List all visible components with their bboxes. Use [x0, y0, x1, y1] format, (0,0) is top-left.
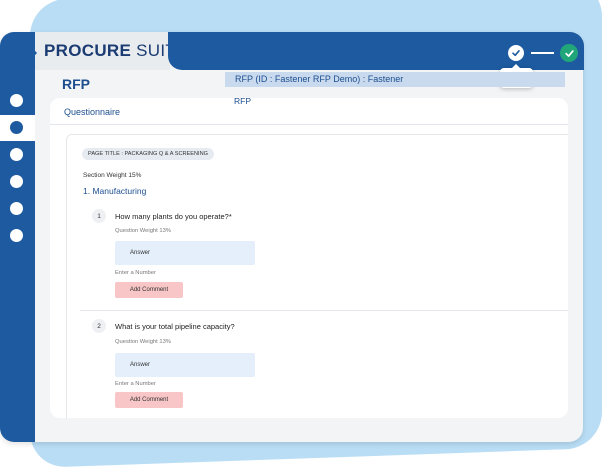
nav-dot-icon[interactable]: [10, 148, 23, 161]
add-comment-button[interactable]: Add Comment: [115, 282, 183, 298]
check-icon: [564, 49, 574, 57]
nav-dot-icon[interactable]: [10, 121, 23, 134]
brand-name-bold: PROCURE: [44, 41, 132, 60]
check-icon: [512, 50, 520, 57]
step-completed-indicator[interactable]: [560, 44, 578, 62]
question-number: 1: [92, 209, 106, 223]
divider: [50, 124, 568, 125]
question-divider: [80, 310, 568, 311]
nav-dot-icon[interactable]: [10, 229, 23, 242]
add-comment-button[interactable]: Add Comment: [115, 392, 183, 408]
question-text: How many plants do you operate?*: [115, 212, 232, 221]
question-number: 2: [92, 319, 106, 333]
nav-dot-icon[interactable]: [10, 202, 23, 215]
questionnaire-panel: Questionnaire PAGE TITLE : PACKAGING Q &…: [50, 98, 568, 418]
answer-input[interactable]: Answer: [115, 353, 255, 377]
step-current-indicator[interactable]: [508, 45, 524, 61]
section-name: 1. Manufacturing: [83, 186, 147, 196]
brand-name: PROCURE SUITE: [44, 41, 188, 61]
input-hint: Enter a Number: [115, 270, 156, 276]
answer-input[interactable]: Answer: [115, 241, 255, 265]
input-hint: Enter a Number: [115, 381, 156, 387]
rfp-breadcrumb: RFP (ID : Fastener RFP Demo) : Fastener: [225, 72, 565, 87]
question-weight: Question Weight 13%: [115, 339, 171, 345]
questionnaire-title: Questionnaire: [64, 107, 121, 117]
step-connector: [531, 52, 554, 54]
rfp-subtitle: RFP: [234, 96, 251, 106]
section-weight: Section Weight 15%: [83, 172, 142, 179]
nav-dot-icon[interactable]: [10, 175, 23, 188]
question-text: What is your total pipeline capacity?: [115, 322, 235, 331]
page-title-pill: PAGE TITLE : PACKAGING Q & A SCREENING: [82, 148, 214, 160]
page-title: RFP: [62, 76, 90, 92]
question-weight: Question Weight 13%: [115, 228, 171, 234]
nav-dot-icon[interactable]: [10, 94, 23, 107]
